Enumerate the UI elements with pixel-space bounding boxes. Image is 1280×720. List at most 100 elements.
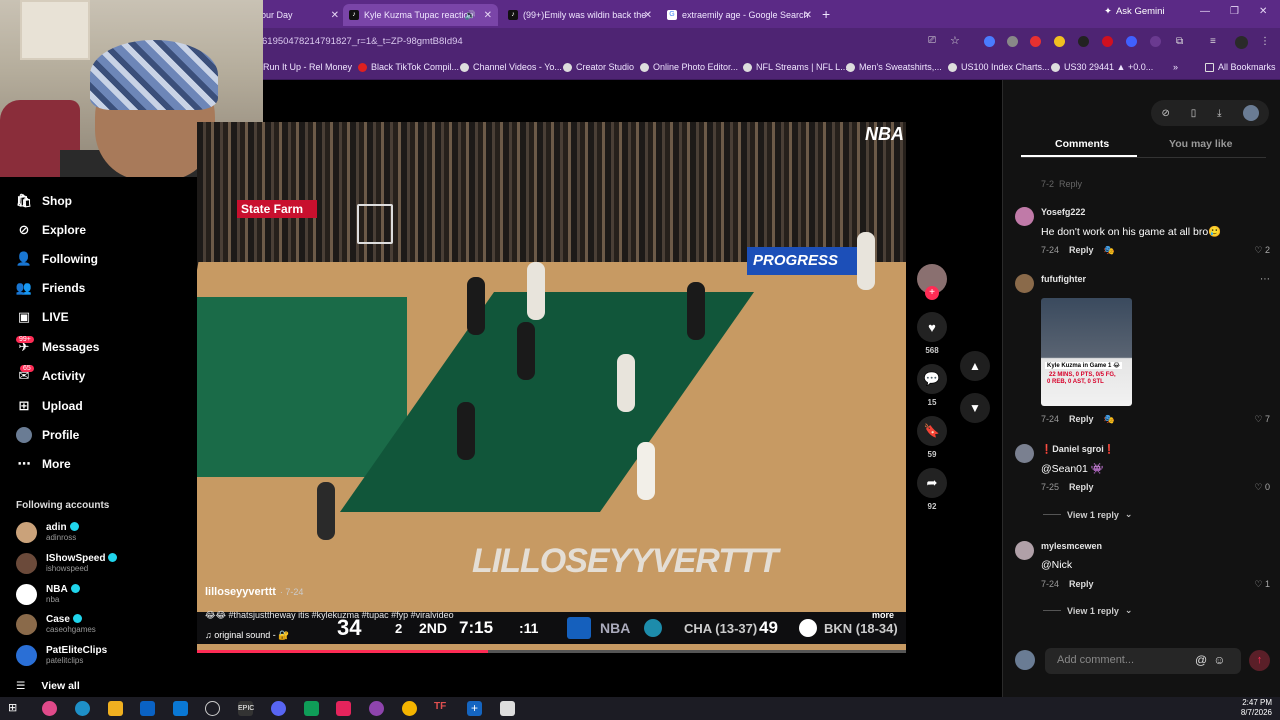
view-replies-button[interactable]: View 1 reply ⌄ (1043, 605, 1132, 616)
epic-games-icon[interactable]: EPIC (238, 701, 254, 716)
bookmark[interactable]: Black TikTok Compil... (358, 62, 459, 72)
bookmark[interactable]: Men's Sweatshirts,... (846, 62, 942, 72)
url-field[interactable]: 61950478214791827_r=1&_t=ZP-98gmtB8Id94 (262, 36, 463, 47)
app-icon[interactable] (500, 701, 515, 716)
emoji-icon[interactable]: ☺ (1213, 653, 1225, 667)
reply-link[interactable]: Reply (1069, 245, 1094, 256)
bookmark-star-icon[interactable]: ☆ (950, 34, 961, 47)
comment-username[interactable]: ❗Daniel sgroi❗ (1041, 444, 1115, 455)
puzzle-icon[interactable]: ⧉ (1176, 36, 1187, 47)
previous-video-button[interactable]: ▲ (960, 351, 990, 381)
profile-avatar[interactable] (1242, 105, 1259, 121)
chevron-right-icon[interactable]: » (1173, 62, 1178, 72)
restore-icon[interactable]: ❐ (1230, 6, 1239, 17)
sidebar-item-live[interactable]: ▣ LIVE (16, 309, 69, 325)
system-clock[interactable]: 2:47 PM 8/7/2026 (1241, 698, 1272, 718)
account-item[interactable]: NBA nba (16, 584, 80, 605)
avatar[interactable] (1015, 444, 1034, 463)
chrome-icon[interactable] (402, 701, 417, 716)
bookmark[interactable]: Creator Studio (563, 62, 634, 72)
sidebar-item-shop[interactable]: 🛍 Shop (16, 193, 72, 209)
close-tab-icon[interactable]: ✕ (804, 10, 812, 21)
browser-tab-active[interactable]: ♪ Kyle Kuzma Tupac reaction 🔊 ✕ (343, 4, 498, 26)
account-item[interactable]: adin adinross (16, 522, 79, 543)
comment-username[interactable]: Yosefg222 (1041, 207, 1085, 217)
app-icon[interactable] (304, 701, 319, 716)
creator-avatar-button[interactable]: + (917, 264, 947, 300)
comment-like-button[interactable]: ♡ 1 (1254, 579, 1270, 590)
save-button[interactable]: 🔖 59 (917, 416, 947, 459)
outlook-icon[interactable] (173, 701, 188, 716)
browser-tab[interactable]: ♪ (99+)Emily was wildin back the ✕ (502, 4, 658, 26)
video-sound[interactable]: ♫ original sound - 🔐 (205, 630, 290, 641)
tab-comments[interactable]: Comments (1055, 138, 1109, 150)
sidebar-item-upload[interactable]: ⊞ Upload (16, 398, 83, 414)
sidebar-item-following[interactable]: 👤 Following (16, 251, 98, 267)
sidebar-item-explore[interactable]: ⊘ Explore (16, 222, 86, 238)
bookmark[interactable]: Run It Up - Rel Money (263, 62, 352, 72)
extension-icon[interactable] (1150, 36, 1161, 47)
close-tab-icon[interactable]: ✕ (644, 10, 652, 21)
video-progress-bar[interactable] (197, 650, 906, 653)
avatar[interactable] (1015, 207, 1034, 226)
comment-button[interactable]: 💬 15 (917, 364, 947, 407)
extension-icon[interactable] (1078, 36, 1089, 47)
speaker-icon[interactable]: 🔊 (465, 10, 476, 21)
sidebar-item-profile[interactable]: Profile (16, 427, 79, 443)
steam-icon[interactable] (205, 701, 220, 716)
extension-icon[interactable] (1126, 36, 1137, 47)
phone-icon[interactable]: ▯ (1191, 108, 1197, 119)
menu-icon[interactable]: ⋮ (1260, 36, 1271, 47)
close-tab-icon[interactable]: ✕ (484, 10, 492, 21)
link-icon[interactable]: ⊘ (1161, 108, 1169, 119)
app-icon[interactable] (42, 701, 57, 716)
account-item[interactable]: PatEliteClips patelitclips (16, 645, 107, 666)
file-explorer-icon[interactable] (108, 701, 123, 716)
sidebar-item-friends[interactable]: 👥 Friends (16, 280, 85, 296)
new-tab-button[interactable]: + (822, 6, 830, 22)
bookmark[interactable]: Channel Videos - Yo... (460, 62, 562, 72)
store-icon[interactable] (140, 701, 155, 716)
sidebar-icon[interactable]: ≡ (1210, 36, 1221, 47)
bookmark[interactable]: US30 29441 ▲ +0.0... (1051, 62, 1153, 72)
close-window-icon[interactable]: ✕ (1259, 6, 1267, 17)
mention-icon[interactable]: @ (1195, 653, 1207, 667)
comment-like-button[interactable]: ♡ 2 (1254, 245, 1270, 256)
comment-like-button[interactable]: ♡ 0 (1254, 482, 1270, 493)
browser-tab[interactable]: our Day ✕ (255, 4, 345, 26)
browser-tab[interactable]: G extraemily age - Google Search ✕ (661, 4, 818, 26)
comment-like-button[interactable]: ♡ 7 (1254, 414, 1270, 425)
video-player[interactable]: State Farm PROGRESS NBA LILLOSEYYVERTTT … (197, 122, 906, 653)
view-replies-button[interactable]: View 1 reply ⌄ (1043, 509, 1132, 520)
extension-icon[interactable] (984, 36, 995, 47)
reply-link[interactable]: Reply (1069, 579, 1094, 589)
comment-username[interactable]: mylesmcewen (1041, 541, 1102, 551)
extension-icon[interactable] (1102, 36, 1113, 47)
view-all-link[interactable]: ☰ View all (16, 680, 80, 692)
share-button[interactable]: ➦ 92 (917, 468, 947, 511)
avatar[interactable] (1015, 541, 1034, 560)
reply-link[interactable]: Reply (1069, 414, 1094, 425)
cast-icon[interactable]: ⎚ (928, 35, 939, 46)
bookmark[interactable]: Online Photo Editor... (640, 62, 738, 72)
close-tab-icon[interactable]: ✕ (331, 10, 339, 21)
start-icon[interactable]: ⊞ (8, 701, 23, 716)
like-button[interactable]: ♥ 568 (917, 312, 947, 355)
next-video-button[interactable]: ▼ (960, 393, 990, 423)
avatar[interactable] (1015, 274, 1034, 293)
edge-icon[interactable] (75, 701, 90, 716)
tab-you-may-like[interactable]: You may like (1169, 138, 1232, 150)
bookmark[interactable]: NFL Streams | NFL L... (743, 62, 848, 72)
tiktok-icon[interactable] (336, 701, 351, 716)
ask-gemini-button[interactable]: ✦ Ask Gemini (1104, 6, 1165, 17)
minimize-icon[interactable]: — (1200, 6, 1210, 17)
account-item[interactable]: IShowSpeed ishowspeed (16, 553, 118, 574)
all-bookmarks[interactable]: All Bookmarks (1205, 62, 1276, 72)
send-button[interactable]: ↑ (1249, 650, 1270, 671)
discord-icon[interactable] (271, 701, 286, 716)
more-button[interactable]: more (872, 610, 894, 620)
extension-icon[interactable] (1030, 36, 1041, 47)
profile-avatar[interactable] (1235, 36, 1248, 49)
app-icon[interactable]: TF (434, 701, 449, 716)
app-icon[interactable]: + (467, 701, 482, 716)
